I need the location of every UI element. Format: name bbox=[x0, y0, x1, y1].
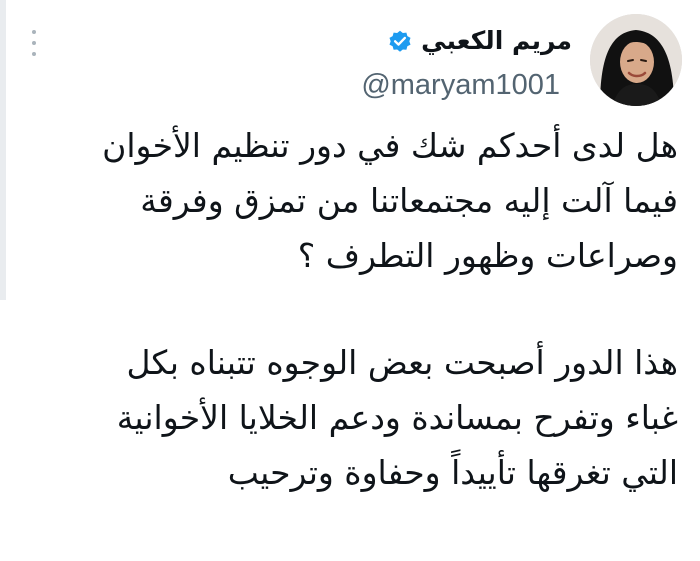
tweet-line: فيما آلت إليه مجتمعاتنا من تمزق وفرقة bbox=[140, 181, 678, 220]
tweet-paragraph: هل لدى أحدكم شك في دور تنظيم الأخوان فيم… bbox=[18, 118, 678, 283]
tweet-line: هذا الدور أصبحت بعض الوجوه تتبناه بكل bbox=[126, 343, 678, 382]
profile-photo-icon bbox=[590, 14, 682, 106]
author-handle[interactable]: @maryam1001 bbox=[361, 68, 560, 102]
tweet-line: هل لدى أحدكم شك في دور تنظيم الأخوان bbox=[102, 126, 678, 165]
left-edge-strip bbox=[0, 0, 6, 300]
verified-badge-icon bbox=[389, 30, 411, 52]
more-dot bbox=[32, 41, 36, 45]
tweet-line: غباء وتفرح بمساندة ودعم الخلايا الأخواني… bbox=[116, 398, 678, 437]
avatar[interactable] bbox=[590, 14, 682, 106]
more-dot bbox=[32, 30, 36, 34]
author-name-row: مريم الكعبي bbox=[387, 24, 572, 58]
author-display-name[interactable]: مريم الكعبي bbox=[421, 24, 572, 58]
tweet-paragraph: هذا الدور أصبحت بعض الوجوه تتبناه بكل غب… bbox=[18, 335, 678, 500]
tweet-line: وصراعات وظهور التطرف ؟ bbox=[297, 236, 678, 275]
more-options-icon[interactable] bbox=[26, 30, 42, 56]
tweet-text: هل لدى أحدكم شك في دور تنظيم الأخوان فيم… bbox=[18, 118, 678, 500]
more-dot bbox=[32, 52, 36, 56]
tweet-line: التي تغرقها تأييداً وحفاوة وترحيب bbox=[227, 453, 678, 492]
